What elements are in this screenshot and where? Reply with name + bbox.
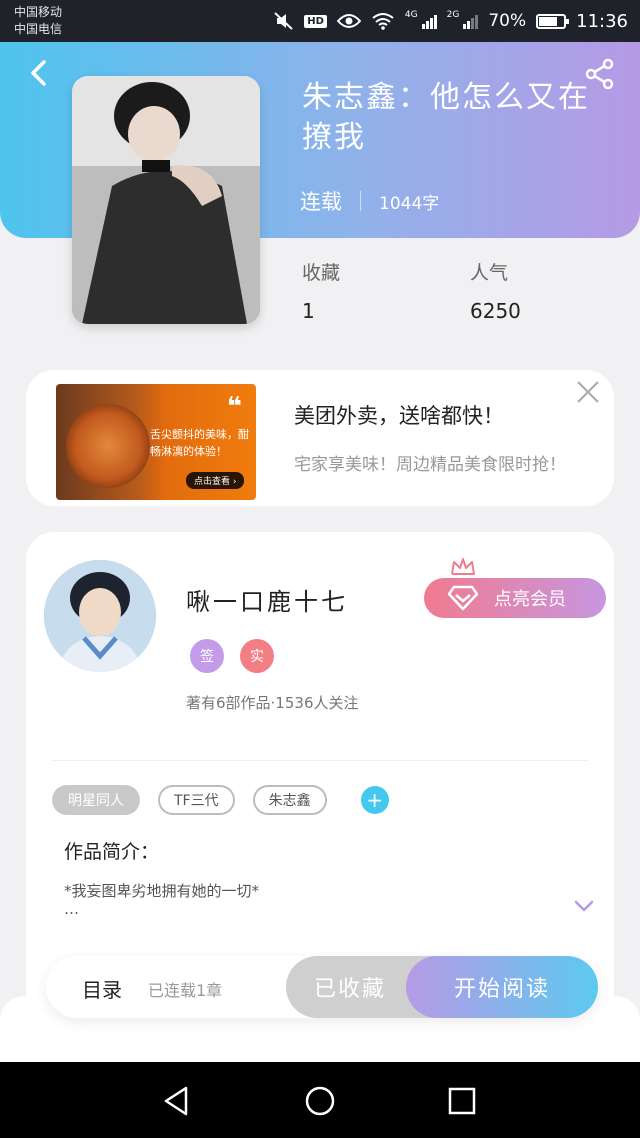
intro-ellipsis: … xyxy=(64,900,79,918)
eye-icon xyxy=(336,14,361,28)
hd-icon: HD xyxy=(304,14,327,28)
serial-status: 连载 xyxy=(300,190,342,214)
ad-image-text: 舌尖颤抖的美味，酣畅淋漓的体验！ xyxy=(150,428,249,458)
battery-icon xyxy=(536,13,570,29)
back-button[interactable] xyxy=(24,56,54,90)
signed-badge: 签 xyxy=(190,639,224,673)
back-triangle-icon[interactable] xyxy=(160,1084,194,1118)
status-bar: 中国移动 中国电信 HD 4G 2G 70% 11:36 xyxy=(0,0,640,42)
carrier-2: 中国电信 xyxy=(14,22,63,36)
author-stats: 著有6部作品·1536人关注 xyxy=(186,694,359,712)
favorites-label: 收藏 xyxy=(302,262,341,284)
quote-icon: ❝ xyxy=(226,392,242,422)
signal-icon xyxy=(463,13,479,29)
book-title: 朱志鑫：他怎么又在撩我 xyxy=(302,80,590,155)
book-meta: 连载 1044字 xyxy=(300,186,439,216)
start-reading-button[interactable]: 开始阅读 xyxy=(406,956,598,1018)
popularity-stat: 人气 6250 xyxy=(470,258,521,323)
ad-title: 美团外卖，送啥都快！ xyxy=(294,404,504,428)
tag-item[interactable]: TF三代 xyxy=(158,785,235,815)
carrier-1: 中国移动 xyxy=(14,5,63,19)
toc-button[interactable]: 目录 xyxy=(82,974,122,1003)
tag-list: 明星同人 TF三代 朱志鑫 + xyxy=(52,785,389,815)
wifi-icon xyxy=(372,13,394,30)
intro-title: 作品简介： xyxy=(64,841,160,863)
battery-percent: 70% xyxy=(488,11,527,31)
tag-item[interactable]: 朱志鑫 xyxy=(252,785,327,815)
popularity-label: 人气 xyxy=(470,262,509,284)
clock: 11:36 xyxy=(576,10,628,32)
battery-fill xyxy=(539,16,558,26)
tag-item[interactable]: 明星同人 xyxy=(52,785,140,815)
chevron-down-icon[interactable] xyxy=(574,900,594,912)
vip-button-label: 点亮会员 xyxy=(494,589,566,610)
add-tag-button[interactable]: + xyxy=(360,786,389,814)
popularity-value: 6250 xyxy=(470,299,521,323)
collected-label: 已收藏 xyxy=(314,977,387,1002)
avatar-image xyxy=(44,560,156,672)
word-count: 1044字 xyxy=(379,193,440,214)
crown-icon xyxy=(451,558,475,575)
favorites-value: 1 xyxy=(302,299,315,323)
recent-square-icon[interactable] xyxy=(445,1084,479,1118)
book-cover[interactable] xyxy=(72,76,260,324)
action-bar: 目录 已连载1章 已收藏 开始阅读 xyxy=(46,956,598,1018)
ad-description: 宅家享美味！周边精品美食限时抢！ xyxy=(294,455,566,475)
food-image xyxy=(66,404,150,488)
mute-icon xyxy=(274,12,293,30)
network-4g: 4G xyxy=(404,10,418,20)
back-arrow-icon xyxy=(31,60,46,86)
network-2g: 2G xyxy=(446,10,460,20)
intro-line: *我妄图卑劣地拥有她的一切* xyxy=(64,882,260,900)
system-nav-bar xyxy=(0,1062,640,1138)
vip-button[interactable]: 点亮会员 xyxy=(424,578,606,618)
author-name[interactable]: 啾一口鹿十七 xyxy=(186,582,348,617)
chapter-count: 已连载1章 xyxy=(148,981,223,1000)
cover-image xyxy=(72,76,260,324)
home-circle-icon[interactable] xyxy=(303,1084,337,1118)
plus-icon: + xyxy=(366,788,383,812)
close-icon[interactable] xyxy=(574,378,602,406)
diamond-icon xyxy=(448,585,478,611)
avatar[interactable] xyxy=(44,560,156,672)
divider xyxy=(52,760,588,761)
meta-divider xyxy=(360,191,361,211)
ad-card[interactable]: ❝ 舌尖颤抖的美味，酣畅淋漓的体验！ 点击查看 › 美团外卖，送啥都快！ 宅家享… xyxy=(26,370,614,506)
intro-text: *我妄图卑劣地拥有她的一切* … xyxy=(64,882,259,918)
start-reading-label: 开始阅读 xyxy=(453,977,550,1002)
favorites-stat: 收藏 1 xyxy=(302,258,340,323)
verified-badge: 实 xyxy=(240,639,274,673)
ad-image[interactable]: ❝ 舌尖颤抖的美味，酣畅淋漓的体验！ 点击查看 › xyxy=(56,384,256,500)
author-badges: 签 实 xyxy=(190,639,274,673)
ad-image-button[interactable]: 点击查看 › xyxy=(186,472,245,489)
signal-icon xyxy=(421,13,437,29)
